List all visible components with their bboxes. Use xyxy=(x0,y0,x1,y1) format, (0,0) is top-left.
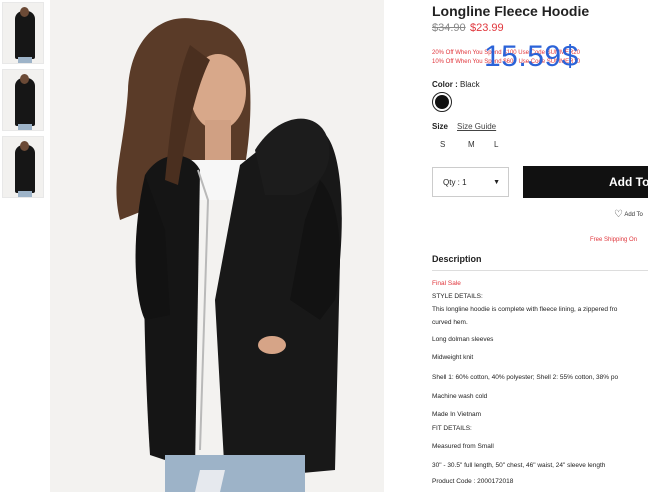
detail-bullet: Long dolman sleeves xyxy=(432,336,494,343)
free-shipping-note: Free Shipping On xyxy=(590,237,638,243)
thumbnail-legs xyxy=(18,124,32,130)
thumbnail-head xyxy=(20,141,29,151)
add-to-bag-button[interactable]: Add To xyxy=(523,166,648,198)
quantity-label: Qty : 1 xyxy=(443,178,467,187)
final-sale-label: Final Sale xyxy=(432,280,461,287)
size-option-m[interactable]: M xyxy=(468,140,475,149)
description-text-line-2: curved hem. xyxy=(432,319,468,326)
detail-bullet: Midweight knit xyxy=(432,354,474,361)
size-guide-link[interactable]: Size Guide xyxy=(457,122,496,131)
heart-icon: ♡ xyxy=(614,209,623,220)
size-option-l[interactable]: L xyxy=(494,140,498,149)
fit-details-heading: FIT DETAILS: xyxy=(432,425,472,432)
detail-bullet: Machine wash cold xyxy=(432,393,488,400)
thumbnail-legs xyxy=(18,57,32,63)
detail-bullet: Shell 1: 60% cotton, 40% polyester; Shel… xyxy=(432,374,619,381)
thumbnail-back[interactable] xyxy=(2,136,44,198)
product-title: Longline Fleece Hoodie xyxy=(432,3,590,19)
overlay-price: 15.59$ xyxy=(484,40,579,73)
product-illustration xyxy=(50,0,384,492)
description-text-line-1: This longline hoodie is complete with fl… xyxy=(432,306,618,313)
thumbnail-strip xyxy=(2,2,46,203)
thumbnail-figure xyxy=(15,11,35,59)
product-main-image xyxy=(50,0,384,492)
chevron-down-icon: ▼ xyxy=(493,179,500,186)
fit-line: 30" - 30.5" full length, 50" chest, 46" … xyxy=(432,462,606,469)
size-label: Size xyxy=(432,122,449,131)
size-option-s[interactable]: S xyxy=(440,140,445,149)
wishlist-label: Add To xyxy=(624,212,643,219)
color-label: Color : Black xyxy=(432,80,480,89)
thumbnail-head xyxy=(20,7,29,17)
style-details-heading: STYLE DETAILS: xyxy=(432,293,483,300)
original-price: $34.90 xyxy=(432,22,466,34)
thumbnail-figure xyxy=(15,78,35,126)
thumbnail-legs xyxy=(18,191,32,197)
color-label-title: Color : xyxy=(432,80,458,89)
thumbnail-head xyxy=(20,74,29,84)
thumbnail-front[interactable] xyxy=(2,2,44,64)
color-value: Black xyxy=(460,80,480,89)
color-swatch-black[interactable] xyxy=(432,92,452,112)
detail-bullet: Made In Vietnam xyxy=(432,411,482,418)
sale-price: $23.99 xyxy=(470,22,504,34)
description-divider xyxy=(432,270,648,271)
thumbnail-side[interactable] xyxy=(2,69,44,131)
quantity-select[interactable]: Qty : 1 ▼ xyxy=(432,167,509,197)
add-to-wishlist-link[interactable]: ♡ Add To xyxy=(614,209,643,220)
fit-line: Measured from Small xyxy=(432,443,494,450)
description-heading: Description xyxy=(432,254,482,264)
product-code: Product Code : 2000172018 xyxy=(432,478,514,485)
thumbnail-figure xyxy=(15,145,35,193)
